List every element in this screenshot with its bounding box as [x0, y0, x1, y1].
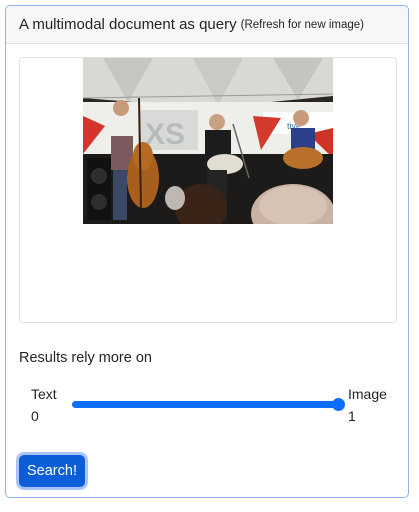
text-image-weight-slider: Text 0 Image 1 — [19, 386, 397, 430]
slider-max-value: 1 — [348, 408, 356, 424]
query-card: A multimodal document as query (Refresh … — [5, 5, 409, 498]
refresh-hint: (Refresh for new image) — [240, 18, 364, 31]
query-document: XS tive — [19, 57, 397, 323]
svg-text:XS: XS — [145, 118, 185, 151]
slider-thumb[interactable] — [332, 398, 345, 411]
query-image: XS tive — [83, 58, 333, 224]
slider-track[interactable] — [72, 398, 345, 411]
card-header: A multimodal document as query (Refresh … — [6, 6, 408, 44]
page-title: A multimodal document as query — [19, 16, 237, 33]
slider-max-label: Image — [348, 386, 387, 402]
slider-fill — [72, 401, 338, 408]
slider-min-value: 0 — [31, 408, 39, 424]
weighting-label: Results rely more on — [19, 350, 152, 366]
slider-min-label: Text — [31, 386, 57, 402]
search-button[interactable]: Search! — [19, 455, 85, 487]
